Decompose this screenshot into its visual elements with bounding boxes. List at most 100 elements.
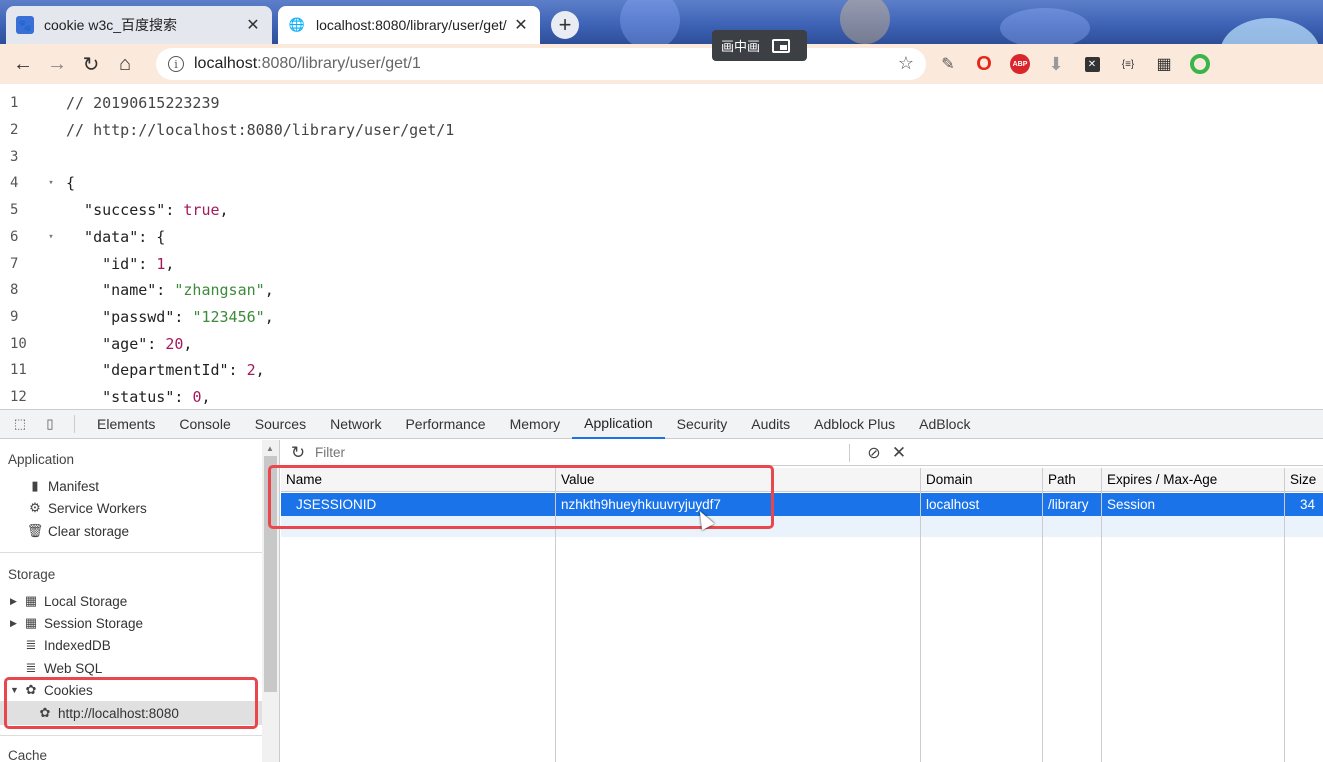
download-icon[interactable]: ⬇ bbox=[1042, 50, 1070, 78]
sidebar-item-indexeddb[interactable]: ≣ IndexedDB bbox=[22, 634, 111, 656]
expand-triangle-icon[interactable]: ▶ bbox=[10, 596, 22, 607]
database-icon: ≣ bbox=[25, 660, 37, 675]
grid-icon: ▦ bbox=[24, 593, 38, 608]
code-line: 2 // http://localhost:8080/library/user/g… bbox=[0, 117, 1323, 144]
code-text: "passwd": "123456", bbox=[66, 308, 274, 326]
devtools-tab-network[interactable]: Network bbox=[318, 409, 393, 439]
sidebar-item-web-sql[interactable]: ≣ Web SQL bbox=[22, 657, 103, 679]
code-line: 5 "success": true, bbox=[0, 197, 1323, 224]
sidebar-item-label: Web SQL bbox=[44, 660, 103, 676]
divider bbox=[0, 735, 262, 736]
scroll-up-arrow-icon[interactable]: ▲ bbox=[266, 444, 274, 453]
code-line: 9 "passwd": "123456", bbox=[0, 304, 1323, 331]
devtools-tab-memory[interactable]: Memory bbox=[498, 409, 573, 439]
sidebar-item-cookie-origin[interactable]: ✿ http://localhost:8080 bbox=[36, 702, 179, 724]
json-viewer-icon[interactable]: {≡} bbox=[1114, 50, 1142, 78]
devtools-tab-elements[interactable]: Elements bbox=[85, 409, 167, 439]
tab-localhost[interactable]: 🌐 localhost:8080/library/user/get/ ✕ bbox=[278, 6, 540, 44]
extension-x-icon[interactable]: ✕ bbox=[1078, 50, 1106, 78]
fold-toggle-icon[interactable]: ▾ bbox=[36, 178, 66, 188]
devtools-tab-adblock[interactable]: AdBlock bbox=[907, 409, 982, 439]
home-icon[interactable]: ⌂ bbox=[108, 47, 142, 81]
star-icon[interactable]: ☆ bbox=[898, 53, 914, 74]
sidebar-item-manifest[interactable]: ▮ Manifest bbox=[26, 475, 99, 497]
cookie-size: 34 bbox=[1299, 497, 1315, 512]
column-header-value[interactable]: Value bbox=[556, 468, 920, 491]
code-text: "age": 20, bbox=[66, 335, 192, 353]
database-icon: ≣ bbox=[25, 637, 37, 652]
collapse-triangle-icon[interactable]: ▼ bbox=[10, 685, 22, 695]
green-circle-icon[interactable] bbox=[1186, 50, 1214, 78]
filter-input[interactable] bbox=[315, 442, 845, 463]
sidebar-item-label: Local Storage bbox=[44, 593, 128, 609]
line-number: 5 bbox=[10, 202, 19, 219]
table-row-empty[interactable] bbox=[281, 516, 1323, 537]
picture-in-picture-button[interactable]: 画中画 bbox=[712, 30, 807, 61]
background-decoration bbox=[840, 0, 890, 44]
code-line: 12 "status": 0, bbox=[0, 384, 1323, 409]
sidebar-item-label: Session Storage bbox=[44, 615, 144, 631]
inspect-element-icon[interactable]: ⬚ bbox=[10, 415, 30, 433]
column-divider bbox=[1042, 468, 1043, 762]
sidebar-item-label: Service Workers bbox=[48, 500, 147, 516]
column-header-expires[interactable]: Expires / Max-Age bbox=[1102, 468, 1284, 491]
address-bar[interactable]: i localhost:8080/library/user/get/1 ☆ bbox=[156, 48, 926, 80]
sidebar-item-cookies[interactable]: ▼ ✿ Cookies bbox=[10, 679, 93, 701]
gear-icon: ⚙ bbox=[29, 500, 41, 515]
code-text: "id": 1, bbox=[66, 255, 174, 273]
column-header-name[interactable]: Name bbox=[281, 468, 555, 491]
adblock-plus-icon[interactable]: ABP bbox=[1006, 50, 1034, 78]
clear-all-icon[interactable]: ⊘ bbox=[862, 443, 886, 463]
new-tab-button[interactable]: + bbox=[551, 11, 579, 39]
sidebar-scrollbar-thumb[interactable] bbox=[264, 456, 277, 692]
line-number: 8 bbox=[10, 282, 19, 299]
code-token: , bbox=[183, 334, 193, 353]
delete-icon[interactable]: ✕ bbox=[886, 443, 912, 463]
devtools-tab-sources[interactable]: Sources bbox=[243, 409, 318, 439]
close-icon[interactable]: ✕ bbox=[512, 15, 530, 35]
background-decoration bbox=[1220, 18, 1320, 44]
qr-code-icon[interactable]: ▦ bbox=[1150, 50, 1178, 78]
info-icon[interactable]: i bbox=[168, 56, 184, 72]
sidebar-item-session-storage[interactable]: ▶ ▦ Session Storage bbox=[10, 612, 143, 634]
sidebar-item-clear-storage[interactable]: 🗑 Clear storage bbox=[26, 520, 129, 542]
code-token: { bbox=[66, 174, 76, 193]
code-token: , bbox=[255, 361, 265, 380]
forward-arrow-icon[interactable]: → bbox=[40, 47, 74, 81]
tab-baidu-search[interactable]: 🐾 cookie w3c_百度搜索 ✕ bbox=[6, 6, 272, 44]
code-token: "age": bbox=[66, 334, 166, 353]
sidebar-item-service-workers[interactable]: ⚙ Service Workers bbox=[26, 497, 147, 519]
devtools-tab-console[interactable]: Console bbox=[167, 409, 242, 439]
reload-icon[interactable]: ↻ bbox=[74, 47, 108, 81]
code-token: "zhangsan" bbox=[174, 281, 265, 300]
line-number: 6 bbox=[10, 228, 19, 245]
devtools-tab-application[interactable]: Application bbox=[572, 409, 665, 439]
devtools-tab-security[interactable]: Security bbox=[665, 409, 740, 439]
column-header-path[interactable]: Path bbox=[1043, 468, 1101, 491]
grid-icon: ▦ bbox=[24, 615, 38, 630]
cookies-table-header: Name Value Domain Path Expires / Max-Age… bbox=[281, 468, 1323, 492]
pip-label: 画中画 bbox=[721, 39, 761, 54]
pip-icon bbox=[772, 38, 791, 53]
cookies-panel: ↻ ⊘ ✕ Name Value Domain Path Expires / M… bbox=[281, 440, 1323, 762]
devtools-tab-performance[interactable]: Performance bbox=[393, 409, 497, 439]
extension-icon[interactable]: ✎ bbox=[934, 50, 962, 78]
device-toolbar-icon[interactable]: ▯ bbox=[40, 415, 60, 433]
refresh-icon[interactable]: ↻ bbox=[281, 443, 315, 463]
devtools-tab-adblock-plus[interactable]: Adblock Plus bbox=[802, 409, 907, 439]
code-token: , bbox=[201, 388, 211, 407]
back-arrow-icon[interactable]: ← bbox=[6, 47, 40, 81]
column-header-size[interactable]: Size bbox=[1285, 468, 1323, 491]
column-header-domain[interactable]: Domain bbox=[921, 468, 1042, 491]
code-token: "name": bbox=[66, 281, 175, 300]
code-token: "passwd": bbox=[66, 307, 193, 326]
table-row[interactable]: JSESSIONID nzhkth9hueyhkuuvryjuydf7 loca… bbox=[281, 493, 1323, 516]
sidebar-item-local-storage[interactable]: ▶ ▦ Local Storage bbox=[10, 590, 127, 612]
opera-icon[interactable]: O bbox=[970, 50, 998, 78]
line-number: 10 bbox=[10, 335, 27, 352]
expand-triangle-icon[interactable]: ▶ bbox=[10, 618, 22, 629]
devtools-tab-audits[interactable]: Audits bbox=[739, 409, 802, 439]
close-icon[interactable]: ✕ bbox=[244, 15, 262, 35]
cookie-icon: ✿ bbox=[25, 682, 37, 697]
fold-toggle-icon[interactable]: ▾ bbox=[36, 232, 66, 242]
